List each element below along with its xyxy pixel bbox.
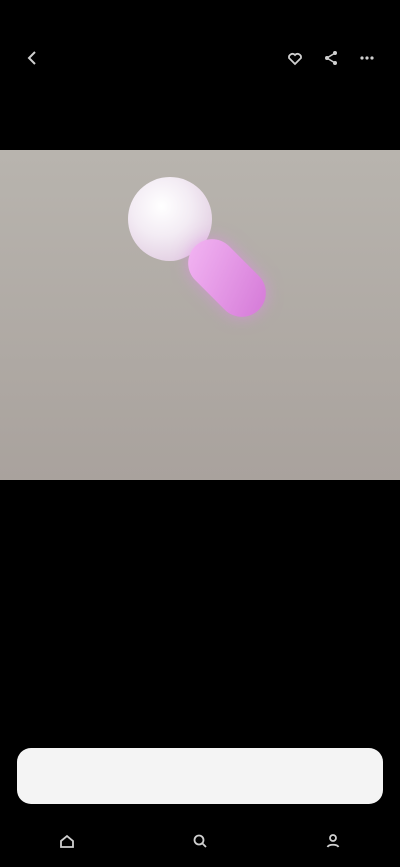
detail-row: [22, 582, 378, 620]
heart-icon[interactable]: [286, 49, 304, 67]
image-caption: [8, 400, 392, 448]
top-action-row: [0, 46, 400, 70]
home-icon[interactable]: [58, 832, 76, 850]
more-icon[interactable]: [358, 49, 376, 67]
photo-subject: [128, 177, 298, 347]
detail-row: [22, 544, 378, 582]
product-image[interactable]: [0, 150, 400, 480]
top-right-actions: [286, 49, 376, 67]
profile-icon[interactable]: [324, 832, 342, 850]
detail-row: [22, 620, 378, 658]
detail-list: [22, 506, 378, 696]
back-icon[interactable]: [24, 49, 42, 67]
primary-action-button[interactable]: [17, 748, 383, 804]
bottom-navigation: [0, 825, 400, 857]
share-icon[interactable]: [322, 49, 340, 67]
footnote: [22, 706, 378, 730]
header-title-area: [22, 90, 382, 130]
status-bar: [0, 0, 400, 40]
search-icon[interactable]: [191, 832, 209, 850]
detail-row: [22, 506, 378, 544]
detail-row: [22, 658, 378, 696]
